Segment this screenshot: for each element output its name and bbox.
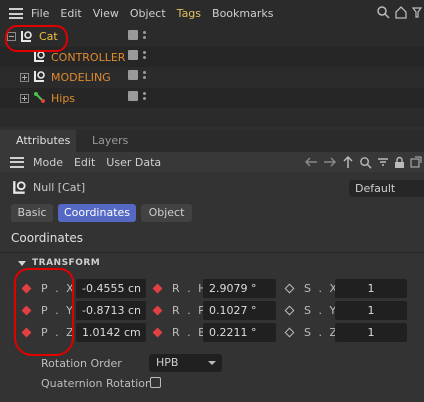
section-title: Coordinates	[11, 231, 84, 245]
row-tools	[128, 70, 146, 80]
keyframe-icon[interactable]	[152, 305, 163, 316]
menu-edit[interactable]: Edit	[74, 156, 95, 169]
keyframe-icon[interactable]	[284, 327, 295, 338]
keyframe-icon[interactable]	[284, 305, 295, 316]
list-icon[interactable]	[377, 156, 389, 168]
lock-icon[interactable]	[394, 156, 405, 169]
home-icon[interactable]	[394, 5, 408, 19]
back-arrow-icon[interactable]	[304, 156, 318, 168]
forward-arrow-icon[interactable]	[323, 156, 337, 168]
visibility-dots-icon[interactable]	[143, 51, 146, 59]
filter-icon[interactable]	[412, 5, 422, 19]
keyframe-icon[interactable]	[284, 283, 295, 294]
tag-area	[172, 47, 424, 67]
row-tools	[128, 30, 146, 40]
tag-area	[172, 67, 424, 87]
tag-area	[172, 27, 424, 47]
menu-bookmarks[interactable]: Bookmarks	[212, 7, 273, 20]
rotation-h-field[interactable]: 2.9079 °	[203, 279, 276, 298]
scale-x-field[interactable]: 1	[335, 279, 407, 298]
search-icon[interactable]	[359, 156, 372, 169]
rotation-p-field[interactable]: 0.1027 °	[203, 301, 276, 320]
keyframe-icon[interactable]	[152, 283, 163, 294]
object-name: Hips	[51, 92, 76, 105]
annotation-circle-position	[14, 268, 74, 356]
row-tools	[128, 91, 146, 101]
expand-icon[interactable]	[20, 94, 29, 103]
object-title: Null [Cat]	[12, 180, 85, 195]
new-window-icon[interactable]	[410, 156, 422, 168]
menu-tags[interactable]: Tags	[177, 7, 201, 20]
visibility-dots-icon[interactable]	[143, 92, 146, 100]
hamburger-menu-icon[interactable]	[9, 8, 23, 19]
up-arrow-icon[interactable]	[342, 155, 354, 169]
menu-file[interactable]: File	[31, 7, 49, 20]
menu-mode[interactable]: Mode	[33, 156, 63, 169]
rotation-b-field[interactable]: 0.2211 °	[203, 323, 276, 342]
position-x-field[interactable]: -0.4555 cn	[76, 279, 146, 298]
rotation-order-value: HPB	[156, 356, 179, 369]
rotation-order-dropdown[interactable]: HPB	[149, 354, 222, 372]
param-label: S . X	[304, 282, 340, 295]
object-name: CONTROLLER	[51, 51, 126, 64]
edit-icon[interactable]	[128, 70, 138, 80]
edit-icon[interactable]	[128, 50, 138, 60]
param-label: S . Z	[304, 326, 340, 339]
layer-dropdown[interactable]: Default	[349, 180, 424, 197]
menu-view[interactable]: View	[93, 7, 119, 20]
object-row-modeling[interactable]: MODELING	[0, 67, 172, 87]
scale-z-field[interactable]: 1	[335, 323, 407, 342]
position-z-field[interactable]: 1.0142 cm	[76, 323, 146, 342]
tab-layers[interactable]: Layers	[92, 130, 128, 152]
keyframe-icon[interactable]	[152, 327, 163, 338]
expand-icon[interactable]	[20, 73, 29, 82]
position-y-field[interactable]: -0.8713 cn	[76, 301, 146, 320]
search-icon[interactable]	[376, 5, 390, 19]
scale-y-field[interactable]: 1	[335, 301, 407, 320]
edit-icon[interactable]	[128, 91, 138, 101]
tag-area	[172, 88, 424, 108]
transform-group-header[interactable]: TRANSFORM	[18, 258, 100, 268]
quaternion-rotation-label: Quaternion Rotation	[41, 377, 153, 390]
param-label: R . P	[172, 304, 207, 317]
row-tools	[128, 50, 146, 60]
tab-attributes[interactable]: Attributes	[0, 130, 76, 152]
null-icon	[13, 181, 26, 194]
transform-heading: TRANSFORM	[32, 258, 101, 268]
joint-icon	[34, 92, 45, 103]
visibility-dots-icon[interactable]	[143, 71, 146, 79]
null-icon	[34, 71, 45, 82]
attribute-tabs: Attributes Layers	[0, 130, 424, 152]
mode-button-basic[interactable]: Basic	[11, 204, 53, 222]
menu-user-data[interactable]: User Data	[106, 156, 161, 169]
collapse-triangle-icon[interactable]	[18, 260, 26, 266]
menubar: File Edit View Object Tags Bookmarks	[0, 0, 424, 27]
annotation-circle-cat	[5, 25, 68, 52]
menu-object[interactable]: Object	[130, 7, 166, 20]
mode-button-object[interactable]: Object	[141, 204, 192, 222]
divider	[0, 252, 424, 253]
chevron-down-icon	[208, 361, 216, 365]
object-title-text: Null [Cat]	[33, 181, 86, 194]
visibility-dots-icon[interactable]	[143, 31, 146, 39]
attribute-menubar: Mode Edit User Data	[0, 152, 424, 172]
menu-edit[interactable]: Edit	[60, 7, 81, 20]
object-name: MODELING	[51, 71, 111, 84]
param-label: S . Y	[304, 304, 339, 317]
rotation-order-label: Rotation Order	[41, 357, 122, 370]
mode-button-coordinates[interactable]: Coordinates	[58, 204, 136, 222]
edit-icon[interactable]	[128, 30, 138, 40]
hamburger-menu-icon[interactable]	[10, 156, 24, 168]
quaternion-rotation-checkbox[interactable]	[150, 377, 161, 388]
object-row-hips[interactable]: Hips	[0, 88, 172, 108]
